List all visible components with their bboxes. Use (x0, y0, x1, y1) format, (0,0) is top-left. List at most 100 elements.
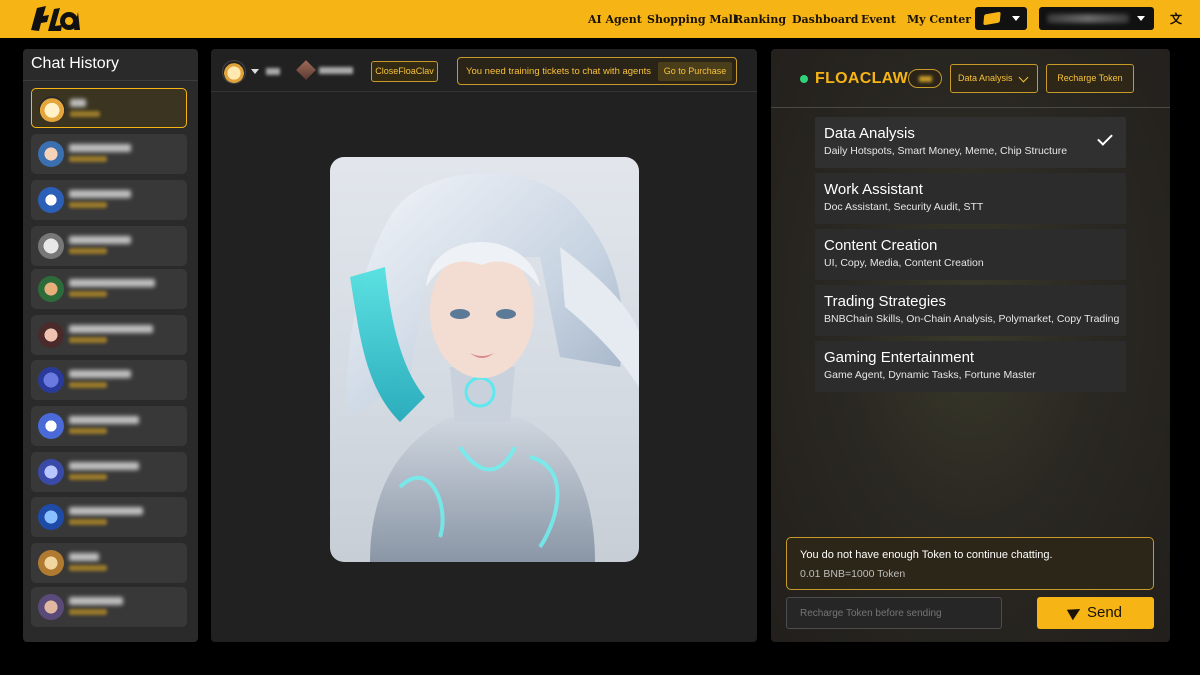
wallet-button[interactable] (975, 7, 1027, 30)
chat-item[interactable] (31, 180, 187, 220)
check-icon (1097, 130, 1113, 146)
nav-ai-agent[interactable]: AI Agent (588, 13, 642, 26)
avatar (38, 594, 64, 620)
menu-item-subtitle: BNBChain Skills, On-Chain Analysis, Poly… (824, 313, 1120, 325)
nav-dashboard[interactable]: Dashboard (792, 13, 859, 26)
chat-sub-redacted (69, 248, 107, 254)
chat-item[interactable] (31, 543, 187, 583)
chat-item[interactable] (31, 587, 187, 627)
level-badge-icon (296, 60, 316, 80)
token-rate-text: 0.01 BNB=1000 Token (800, 568, 906, 580)
avatar (38, 504, 64, 530)
avatar (38, 459, 64, 485)
chevron-down-icon (1137, 16, 1145, 21)
recharge-token-button[interactable]: Recharge Token (1046, 64, 1134, 93)
chat-name-redacted (69, 190, 131, 198)
level-text-redacted (319, 67, 353, 74)
nav-ranking[interactable]: Ranking (734, 13, 786, 26)
avatar (38, 276, 64, 302)
chat-name-redacted (69, 144, 131, 152)
menu-item-title: Data Analysis (824, 125, 915, 142)
chat-name-redacted (69, 236, 131, 244)
send-button[interactable]: Send (1037, 597, 1154, 629)
menu-item-subtitle: Daily Hotspots, Smart Money, Meme, Chip … (824, 145, 1068, 157)
chat-sub-redacted (69, 519, 107, 525)
avatar (38, 550, 64, 576)
ticket-notice: You need training tickets to chat with a… (457, 57, 737, 85)
agent-portrait (330, 157, 639, 562)
avatar (38, 322, 64, 348)
chat-sub-redacted (70, 111, 100, 117)
chat-sub-redacted (69, 474, 107, 480)
go-to-purchase-button[interactable]: Go to Purchase (658, 62, 732, 81)
menu-item-title: Trading Strategies (824, 293, 947, 310)
agent-panel: FLOACLAW Data Analysis Recharge Token Da… (771, 49, 1170, 642)
chat-name-redacted (69, 597, 123, 605)
close-agent-button[interactable]: CloseFloaClav (371, 61, 438, 82)
chat-item[interactable] (31, 134, 187, 174)
agent-portrait-illustration (347, 173, 639, 562)
menu-item-trading-strategies[interactable]: Trading Strategies BNBChain Skills, On-C… (815, 285, 1126, 336)
paper-plane-icon (1066, 603, 1084, 621)
menu-item-title: Content Creation (824, 237, 938, 254)
avatar (38, 413, 64, 439)
menu-item-content-creation[interactable]: Content Creation UI, Copy, Media, Conten… (815, 229, 1126, 280)
agent-name: FLOACLAW (815, 70, 909, 87)
divider (23, 80, 198, 81)
chat-sub-redacted (69, 337, 107, 343)
chat-name-redacted (69, 416, 139, 424)
menu-item-data-analysis[interactable]: Data Analysis Daily Hotspots, Smart Mone… (815, 117, 1126, 168)
agent-tag (908, 69, 942, 88)
avatar (38, 233, 64, 259)
agent-avatar[interactable] (222, 60, 246, 84)
chat-item[interactable] (31, 452, 187, 492)
chat-sub-redacted (69, 202, 107, 208)
chat-history-panel: Chat History (23, 49, 198, 642)
chat-item[interactable] (31, 360, 187, 400)
chat-name-redacted (69, 553, 99, 561)
chat-item[interactable] (31, 88, 187, 128)
agent-name-redacted (266, 68, 280, 75)
avatar (38, 187, 64, 213)
chevron-down-icon (1018, 72, 1029, 83)
chat-sub-redacted (69, 609, 107, 615)
nav-event[interactable]: Event (861, 13, 896, 26)
chat-panel: CloseFloaClav You need training tickets … (211, 49, 757, 642)
chat-item[interactable] (31, 269, 187, 309)
translate-icon[interactable]: 文 (1170, 12, 1184, 26)
menu-item-work-assistant[interactable]: Work Assistant Doc Assistant, Security A… (815, 173, 1126, 224)
chat-item[interactable] (31, 315, 187, 355)
chat-sub-redacted (69, 291, 107, 297)
menu-item-title: Gaming Entertainment (824, 349, 975, 366)
chat-history-title: Chat History (31, 55, 120, 72)
avatar (38, 141, 64, 167)
token-warning-text: You do not have enough Token to continue… (800, 549, 1053, 561)
chat-name-redacted (69, 370, 131, 378)
agent-header: FLOACLAW Data Analysis Recharge Token (771, 49, 1170, 108)
menu-item-subtitle: UI, Copy, Media, Content Creation (824, 257, 984, 269)
chat-sub-redacted (69, 156, 107, 162)
nav-shopping-mall[interactable]: Shopping Mall (647, 13, 737, 26)
chat-sub-redacted (69, 382, 107, 388)
chat-item[interactable] (31, 226, 187, 266)
wallet-icon (983, 11, 1001, 26)
chevron-down-icon[interactable] (251, 69, 259, 74)
ticket-notice-text: You need training tickets to chat with a… (466, 66, 652, 77)
chat-item[interactable] (31, 406, 187, 446)
mode-select-button[interactable]: Data Analysis (950, 64, 1038, 93)
floa-logo[interactable] (28, 2, 80, 36)
avatar (38, 367, 64, 393)
chat-item[interactable] (31, 497, 187, 537)
account-button[interactable] (1039, 7, 1154, 30)
menu-item-gaming-entertainment[interactable]: Gaming Entertainment Game Agent, Dynamic… (815, 341, 1126, 392)
agent-tag-redacted (919, 76, 932, 82)
online-status-dot (800, 75, 808, 83)
menu-item-subtitle: Game Agent, Dynamic Tasks, Fortune Maste… (824, 369, 1036, 381)
chat-name-redacted (69, 279, 155, 287)
mode-select-label: Data Analysis (958, 73, 1013, 83)
chat-sub-redacted (69, 428, 107, 434)
chevron-down-icon (1012, 16, 1020, 21)
chat-name-redacted (69, 507, 143, 515)
nav-my-center[interactable]: My Center (907, 13, 971, 26)
message-input[interactable] (786, 597, 1002, 629)
